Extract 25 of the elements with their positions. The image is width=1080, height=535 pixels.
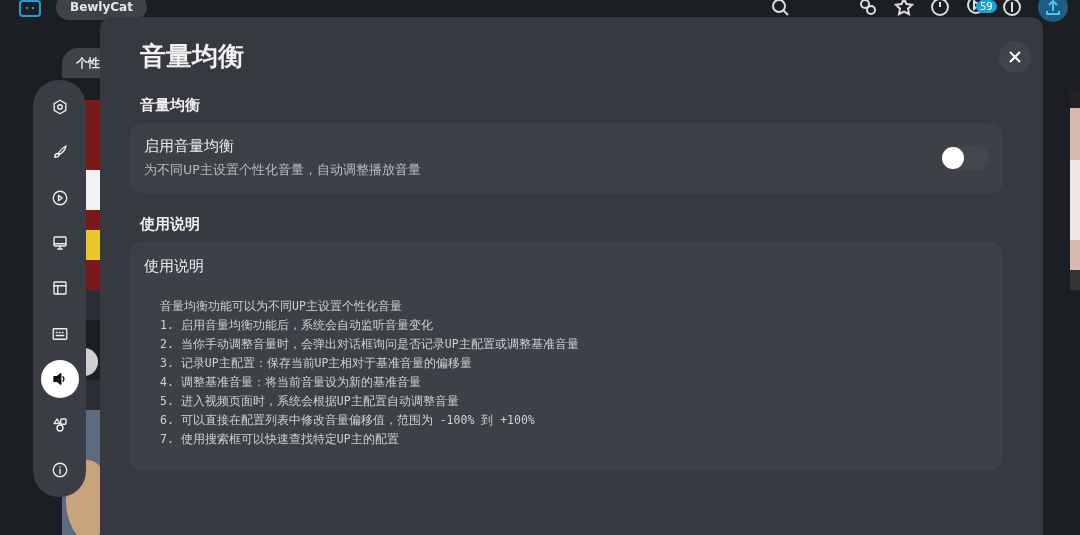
- instruction-line: 7. 使用搜索框可以快速查找特定UP主的配置: [160, 431, 400, 448]
- volume-icon[interactable]: [40, 360, 79, 399]
- toggle-switch[interactable]: [941, 146, 989, 170]
- instruction-line: 3. 记录UP主配置：保存当前UP主相对于基准音量的偏移量: [160, 355, 474, 372]
- setting-description: 为不同UP主设置个性化音量，自动调整播放音量: [144, 162, 422, 179]
- nav-tab[interactable]: BewlyCat: [56, 0, 147, 20]
- search-icon[interactable]: [770, 0, 790, 17]
- instructions-intro: 音量均衡功能可以为不同UP主设置个性化音量: [160, 298, 403, 315]
- instruction-line: 5. 进入视频页面时，系统会根据UP主配置自动调整音量: [160, 393, 460, 410]
- notification-badge: 59: [976, 0, 997, 13]
- upload-icon: [1043, 0, 1063, 17]
- instruction-line: 2. 当你手动调整音量时，会弹出对话框询问是否记录UP主配置或调整基准音量: [160, 336, 580, 353]
- section-heading: 音量均衡: [140, 96, 201, 115]
- instruction-line: 4. 调整基准音量：将当前音量设为新的基准音量: [160, 374, 422, 391]
- setting-label: 启用音量均衡: [144, 137, 235, 156]
- card-title: 使用说明: [144, 257, 204, 275]
- close-icon: [1008, 49, 1022, 64]
- instruction-line: 1. 启用音量均衡功能后，系统会自动监听音量变化: [160, 317, 434, 334]
- section-heading: 使用说明: [140, 215, 201, 234]
- tv-logo-icon[interactable]: [18, 0, 42, 18]
- close-button[interactable]: [999, 40, 1031, 73]
- star-icon[interactable]: [894, 0, 914, 17]
- instruction-line: 6. 可以直接在配置列表中修改音量偏移值，范围为 -100% 到 +100%: [160, 412, 536, 429]
- upload-button[interactable]: [1038, 0, 1068, 22]
- dialog-title: 音量均衡: [140, 40, 244, 73]
